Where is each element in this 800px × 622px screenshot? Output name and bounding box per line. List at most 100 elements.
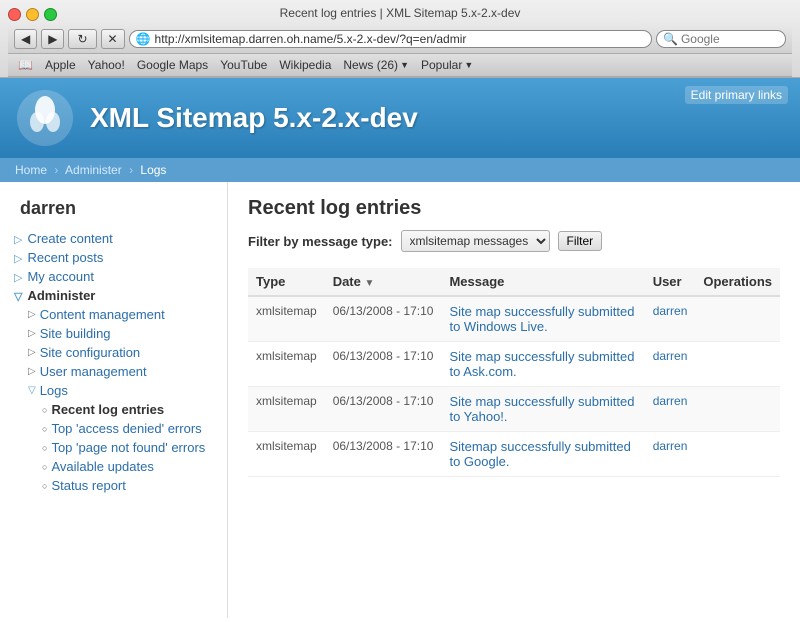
news-dropdown-icon: ▼	[400, 60, 409, 70]
close-button[interactable]	[8, 8, 21, 21]
url-bar: 🌐	[129, 30, 652, 48]
maximize-button[interactable]	[44, 8, 57, 21]
cell-type: xmlsitemap	[248, 432, 325, 477]
bookmark-popular[interactable]: Popular ▼	[421, 58, 473, 72]
bookmark-yahoo[interactable]: Yahoo!	[88, 58, 125, 72]
table-row: xmlsitemap 06/13/2008 - 17:10 Site map s…	[248, 296, 780, 342]
cell-user: darren	[645, 387, 696, 432]
edit-primary-links[interactable]: Edit primary links	[685, 86, 788, 104]
sidebar-item-content-mgmt[interactable]: ▷ Content management	[0, 305, 227, 324]
log-table: Type Date ▼ Message User Operations xmls…	[248, 268, 780, 477]
table-row: xmlsitemap 06/13/2008 - 17:10 Site map s…	[248, 342, 780, 387]
col-type: Type	[248, 268, 325, 296]
sidebar-item-recent-posts[interactable]: ▷ Recent posts	[0, 248, 227, 267]
cell-message: Site map successfully submitted to Windo…	[441, 296, 644, 342]
message-link[interactable]: Site map successfully submitted to Windo…	[449, 304, 634, 334]
sidebar-section-administer[interactable]: ▽ Administer	[0, 286, 227, 305]
cell-ops	[695, 342, 780, 387]
recent-log-arrow-icon: ○	[42, 405, 47, 415]
cell-ops	[695, 387, 780, 432]
administer-arrow-icon: ▽	[14, 290, 22, 303]
sidebar-item-page-not-found[interactable]: ○ Top 'page not found' errors	[0, 438, 227, 457]
open-book-icon: 📖	[18, 58, 33, 72]
search-magnifier-icon: 🔍	[663, 32, 678, 46]
cell-type: xmlsitemap	[248, 342, 325, 387]
cell-message: Site map successfully submitted to Ask.c…	[441, 342, 644, 387]
refresh-button[interactable]: ↻	[68, 29, 96, 49]
cell-user: darren	[645, 342, 696, 387]
available-updates-arrow-icon: ○	[42, 462, 47, 472]
bookmark-youtube[interactable]: YouTube	[220, 58, 267, 72]
globe-icon: 🌐	[136, 32, 151, 46]
filter-label: Filter by message type:	[248, 234, 393, 249]
window-buttons	[8, 8, 57, 21]
cell-ops	[695, 432, 780, 477]
sort-arrow-icon: ▼	[365, 278, 375, 289]
col-user: User	[645, 268, 696, 296]
sidebar: darren ▷ Create content ▷ Recent posts ▷…	[0, 182, 228, 618]
sidebar-item-status-report[interactable]: ○ Status report	[0, 476, 227, 495]
cell-user: darren	[645, 432, 696, 477]
filter-row: Filter by message type: xmlsitemap messa…	[248, 230, 780, 252]
site-logo	[15, 88, 75, 148]
back-button[interactable]: ◀	[14, 29, 37, 49]
breadcrumb-current: Logs	[140, 163, 166, 177]
breadcrumb-sep-1: ›	[54, 163, 58, 177]
content-area: darren ▷ Create content ▷ Recent posts ▷…	[0, 182, 800, 618]
sidebar-item-site-building[interactable]: ▷ Site building	[0, 324, 227, 343]
browser-toolbar: ◀ ▶ ↻ ✕ 🌐 🔍	[8, 25, 792, 54]
col-operations: Operations	[695, 268, 780, 296]
window-title: Recent log entries | XML Sitemap 5.x-2.x…	[280, 6, 521, 20]
sidebar-item-my-account[interactable]: ▷ My account	[0, 267, 227, 286]
bookmark-googlemaps[interactable]: Google Maps	[137, 58, 208, 72]
cell-type: xmlsitemap	[248, 296, 325, 342]
col-message: Message	[441, 268, 644, 296]
title-bar: Recent log entries | XML Sitemap 5.x-2.x…	[8, 6, 792, 25]
cell-date: 06/13/2008 - 17:10	[325, 387, 442, 432]
cell-date: 06/13/2008 - 17:10	[325, 296, 442, 342]
filter-button[interactable]: Filter	[558, 231, 603, 251]
cell-ops	[695, 296, 780, 342]
bookmark-apple[interactable]: Apple	[45, 58, 76, 72]
breadcrumb-home[interactable]: Home	[15, 163, 47, 177]
popular-dropdown-icon: ▼	[464, 60, 473, 70]
cell-message: Site map successfully submitted to Yahoo…	[441, 387, 644, 432]
sidebar-username: darren	[0, 194, 227, 229]
forward-button[interactable]: ▶	[41, 29, 64, 49]
breadcrumb-administer[interactable]: Administer	[65, 163, 122, 177]
page-title: Recent log entries	[248, 197, 780, 220]
minimize-button[interactable]	[26, 8, 39, 21]
main-content: Recent log entries Filter by message typ…	[228, 182, 800, 618]
cell-user: darren	[645, 296, 696, 342]
sidebar-item-access-denied[interactable]: ○ Top 'access denied' errors	[0, 419, 227, 438]
sidebar-item-recent-log[interactable]: ○ Recent log entries	[0, 400, 227, 419]
table-row: xmlsitemap 06/13/2008 - 17:10 Sitemap su…	[248, 432, 780, 477]
sidebar-item-available-updates[interactable]: ○ Available updates	[0, 457, 227, 476]
filter-select[interactable]: xmlsitemap messages	[401, 230, 550, 252]
sidebar-item-create-content[interactable]: ▷ Create content	[0, 229, 227, 248]
cell-date: 06/13/2008 - 17:10	[325, 342, 442, 387]
recent-posts-arrow-icon: ▷	[14, 252, 22, 265]
user-mgmt-arrow-icon: ▷	[28, 366, 36, 377]
page-not-found-arrow-icon: ○	[42, 443, 47, 453]
search-input[interactable]	[681, 32, 761, 46]
site-title: XML Sitemap 5.x-2.x-dev	[90, 102, 418, 134]
col-date[interactable]: Date ▼	[325, 268, 442, 296]
page-wrapper: Edit primary links XML Sitemap 5.x-2.x-d…	[0, 78, 800, 618]
sidebar-item-site-config[interactable]: ▷ Site configuration	[0, 343, 227, 362]
create-content-arrow-icon: ▷	[14, 233, 22, 246]
stop-button[interactable]: ✕	[101, 29, 125, 49]
site-header: Edit primary links XML Sitemap 5.x-2.x-d…	[0, 78, 800, 158]
message-link[interactable]: Site map successfully submitted to Ask.c…	[449, 349, 634, 379]
site-config-arrow-icon: ▷	[28, 347, 36, 358]
search-bar: 🔍	[656, 30, 786, 48]
sidebar-item-user-mgmt[interactable]: ▷ User management	[0, 362, 227, 381]
url-input[interactable]	[155, 32, 645, 46]
content-mgmt-arrow-icon: ▷	[28, 309, 36, 320]
message-link[interactable]: Site map successfully submitted to Yahoo…	[449, 394, 634, 424]
sidebar-item-logs[interactable]: ▽ Logs	[0, 381, 227, 400]
site-building-arrow-icon: ▷	[28, 328, 36, 339]
bookmark-news[interactable]: News (26) ▼	[343, 58, 409, 72]
message-link[interactable]: Sitemap successfully submitted to Google…	[449, 439, 630, 469]
bookmark-wikipedia[interactable]: Wikipedia	[279, 58, 331, 72]
